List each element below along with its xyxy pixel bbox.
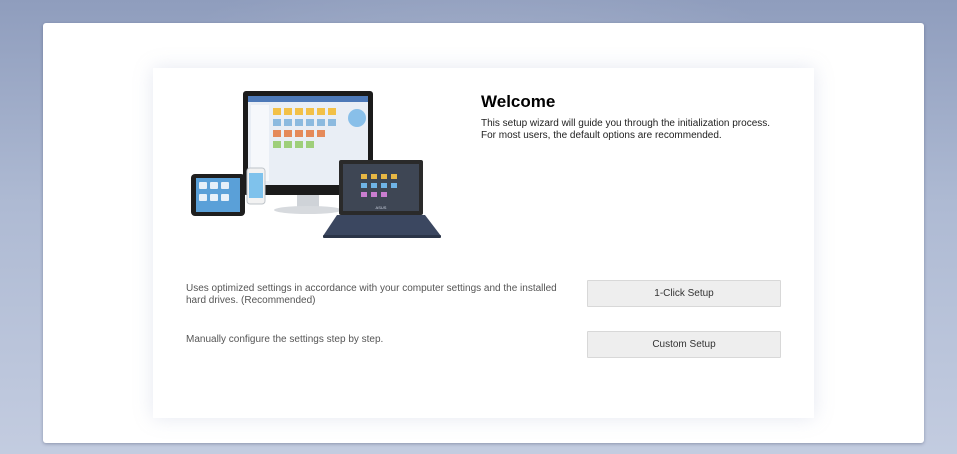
one-click-description: Uses optimized settings in accordance wi… (186, 283, 557, 306)
page-title: Welcome (481, 92, 556, 111)
custom-setup-button[interactable]: Custom Setup (587, 331, 781, 358)
welcome-panel: ASUS Welcome This setup wizard will guid… (153, 68, 814, 418)
welcome-section: Welcome This setup wizard will guide you… (481, 92, 781, 142)
setup-wizard-window: ASUS Welcome This setup wizard will guid… (43, 23, 924, 443)
laptop-brand-logo: ASUS (376, 205, 387, 210)
devices-illustration-icon: ASUS (191, 91, 441, 238)
welcome-description: This setup wizard will guide you through… (481, 118, 771, 141)
custom-setup-description: Manually configure the settings step by … (186, 334, 384, 345)
desktop-background: ASUS Welcome This setup wizard will guid… (0, 0, 957, 454)
one-click-setup-button[interactable]: 1-Click Setup (587, 280, 781, 307)
